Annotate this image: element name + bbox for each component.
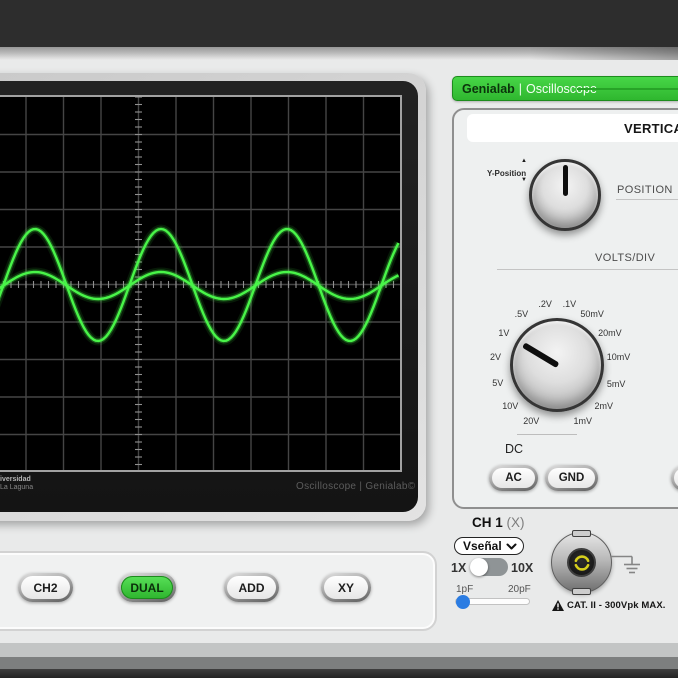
attenuation-toggle[interactable] [471,558,508,576]
logo-line2: La Laguna [0,484,33,492]
brand-text: Genialab [462,82,515,96]
y-position-step-up-icon[interactable]: ▲ [521,158,527,164]
mode-button-dual[interactable]: DUAL [118,573,176,602]
oscilloscope-app: iversidad La Laguna Oscilloscope | Genia… [0,0,678,678]
y-position-knob[interactable] [529,159,601,231]
knob-pointer [563,165,568,196]
chassis-top-bar [0,0,678,47]
ch1-axis-label: (X) [507,515,525,530]
header-divider: | [519,82,522,96]
warning-text: CAT. II - 300Vpk MAX. [567,600,666,611]
chassis-top-edge [0,47,678,60]
volts-div-section-label: VOLTS/DIV [595,252,655,264]
capacitance-max-label: 20pF [508,584,531,595]
chassis-bottom-edge-light [0,643,678,657]
ground-symbol-icon [611,551,649,577]
bnc-bayonet-tab-top [572,530,591,537]
mode-button-xy[interactable]: XY [321,573,371,602]
capacitance-slider-thumb[interactable] [456,595,470,609]
chevron-down-icon [506,543,517,550]
ch1-title: CH 1 (X) [472,515,525,530]
bnc-bayonet-tab-bottom [572,588,591,595]
mode-button-ch2[interactable]: CH2 [18,573,73,602]
capacitance-min-label: 1pF [456,584,473,595]
volts-div-rule [497,269,678,270]
vertical-panel-titlebar: VERTICAL [467,114,678,142]
knob-pointer [522,343,559,368]
bnc-connector[interactable] [551,532,612,593]
header-rule [577,88,678,90]
coupling-separator [517,434,577,435]
vertical-panel-title: VERTICAL [624,121,678,136]
toggle-knob [470,558,488,576]
voltage-warning: CAT. II - 300Vpk MAX. [552,600,666,611]
oscilloscope-screen [0,95,402,472]
ch1-label: CH 1 [472,515,503,530]
attenuation-1x-label: 1X [451,561,466,575]
ac-coupling-button[interactable]: AC [489,465,538,491]
coupling-readout: DC [505,442,523,456]
screen-grid [0,97,400,470]
warning-icon [552,600,564,611]
position-rule [616,199,678,200]
signal-source-value: Vseñal [463,539,506,553]
volts-div-knob[interactable] [510,318,604,412]
logo-line1: iversidad [0,476,33,484]
signal-source-select[interactable]: Vseñal [454,537,524,555]
app-header: Genialab | Oscilloscope [452,76,678,101]
y-position-step-down-icon[interactable]: ▼ [521,177,527,183]
university-logo: iversidad La Laguna [0,476,33,492]
attenuation-10x-label: 10X [511,561,533,575]
position-section-label: POSITION [617,184,673,196]
chassis-bottom-edge-dark [0,669,678,678]
chassis-bottom-edge-mid [0,657,678,669]
gnd-coupling-button[interactable]: GND [545,465,598,491]
mode-button-add[interactable]: ADD [224,573,279,602]
bnc-center-icon [572,553,592,573]
screen-watermark: Oscilloscope | Genialab© [296,481,415,492]
